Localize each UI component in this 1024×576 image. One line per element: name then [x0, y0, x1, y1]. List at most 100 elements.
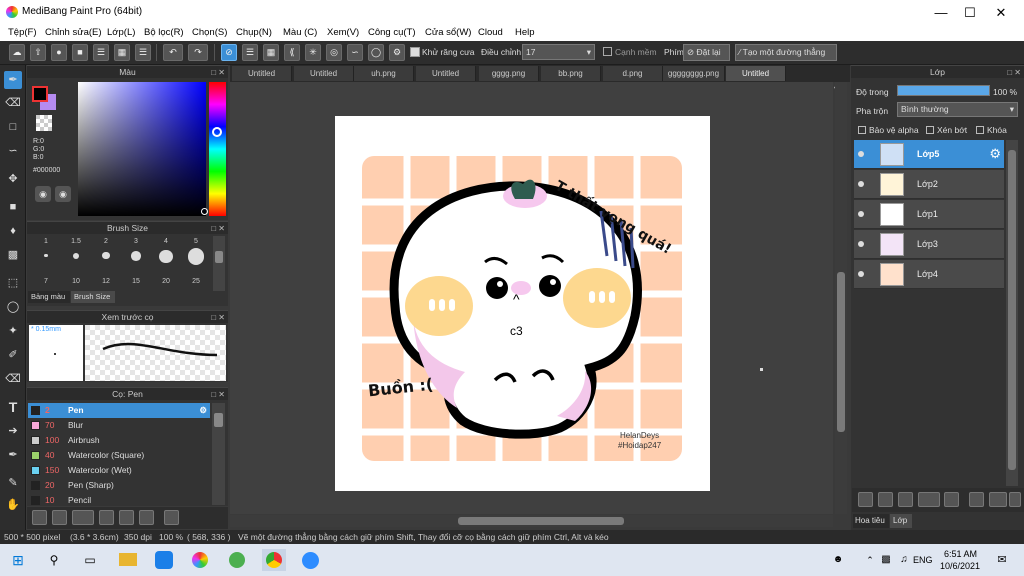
brush-list-item[interactable]: 10 Pencil	[28, 493, 210, 508]
move-tool-icon[interactable]: ✥	[4, 170, 22, 188]
menu-filter[interactable]: Bộ lọc(R)	[144, 27, 184, 38]
menu-tools[interactable]: Công cụ(T)	[368, 27, 416, 38]
document-icon[interactable]: ☰	[93, 44, 109, 61]
palette-icon[interactable]: ◉	[35, 186, 51, 202]
protect-alpha-checkbox[interactable]: Bảo vệ alpha	[858, 125, 919, 135]
bucket-tool-icon[interactable]: ♦	[4, 222, 22, 240]
layer-row[interactable]: Lớp4	[854, 260, 1004, 289]
divide-tool-icon[interactable]: ✒	[4, 446, 22, 464]
document-tab[interactable]: uh.png	[354, 66, 414, 81]
duplicate-layer-icon[interactable]	[969, 492, 984, 507]
settings-icon[interactable]: ⚙	[389, 44, 405, 61]
select-tool-icon[interactable]: ⬚	[4, 274, 22, 292]
brush-size-cell[interactable]: 10	[61, 278, 91, 285]
clip-checkbox[interactable]: Xén bớt	[926, 125, 967, 135]
paint-app-icon[interactable]	[188, 549, 212, 571]
new-layer-icon[interactable]	[858, 492, 873, 507]
select-eraser-icon[interactable]: ⌫	[4, 370, 22, 388]
zalo-icon[interactable]	[152, 549, 176, 571]
folder-icon[interactable]	[119, 510, 134, 525]
grid-ruler-icon[interactable]: ▦	[263, 44, 279, 61]
chat-icon[interactable]: ●	[51, 44, 67, 61]
hue-slider[interactable]	[209, 82, 226, 216]
merge-layer-icon[interactable]	[989, 492, 1007, 507]
concentric-icon[interactable]: ◎	[326, 44, 342, 61]
dot-tool-icon[interactable]: ∽	[4, 142, 22, 160]
add-layer-menu-icon[interactable]	[918, 492, 940, 507]
search-icon[interactable]: ⚲	[42, 549, 66, 571]
blend-select[interactable]: Bình thường ▾	[897, 102, 1018, 117]
menu-edit[interactable]: Chỉnh sửa(E)	[45, 27, 102, 38]
brush-list-item[interactable]: 40 Watercolor (Square)	[28, 448, 210, 463]
brush-size-cell[interactable]: 5	[181, 238, 211, 265]
rectangle-tool-icon[interactable]: □	[4, 118, 22, 136]
tab-palette[interactable]: Bảng màu	[28, 291, 70, 303]
tab-layer[interactable]: Lớp	[890, 514, 912, 528]
lasso-tool-icon[interactable]: ◯	[4, 298, 22, 316]
opacity-slider[interactable]	[897, 85, 990, 96]
layer-row[interactable]: Lớp1	[854, 200, 1004, 229]
saturation-value-picker[interactable]	[78, 82, 206, 216]
layer-more-icon[interactable]	[1009, 492, 1021, 507]
brush-list-item[interactable]: 20 Pen (Sharp)	[28, 478, 210, 493]
layer-row[interactable]: Lớp3	[854, 230, 1004, 259]
menu-cloud[interactable]: Cloud	[478, 27, 503, 38]
layer-folder-icon[interactable]	[944, 492, 959, 507]
share-icon[interactable]: ⇧	[30, 44, 46, 61]
eyedropper-tool-icon[interactable]: ✎	[4, 474, 22, 492]
curve-icon[interactable]: ∽	[347, 44, 363, 61]
document-tab[interactable]: Untitled	[294, 66, 354, 81]
no-ruler-icon[interactable]: ⊘	[221, 44, 237, 61]
lock-checkbox[interactable]: Khóa	[976, 125, 1007, 135]
ellipse-icon[interactable]: ◯	[368, 44, 384, 61]
brush-list-item[interactable]: 100 Airbrush	[28, 433, 210, 448]
task-view-icon[interactable]: ▭	[78, 549, 102, 571]
explorer-icon[interactable]	[116, 549, 140, 571]
new-layer-1bit-icon[interactable]	[898, 492, 913, 507]
new-brush-icon[interactable]	[52, 510, 67, 525]
brush-size-cell[interactable]: 2	[91, 238, 121, 260]
text-tool-icon[interactable]: T	[4, 398, 22, 416]
cloud-icon[interactable]: ☁	[9, 44, 25, 61]
antialias-checkbox[interactable]	[410, 47, 420, 57]
add-brush-icon[interactable]	[32, 510, 47, 525]
language-indicator[interactable]: ENG	[913, 555, 933, 565]
brush-size-cell[interactable]: 1.5	[61, 238, 91, 259]
foreground-color-swatch[interactable]	[32, 86, 48, 102]
document-tab[interactable]: d.png	[603, 66, 663, 81]
hand-tool-icon[interactable]: ✋	[4, 496, 22, 514]
document-tab[interactable]: Untitled	[416, 66, 476, 81]
brush-size-scrollbar[interactable]	[213, 236, 225, 291]
brush-list-item[interactable]: 70 Blur	[28, 418, 210, 433]
menu-color[interactable]: Màu (C)	[283, 27, 317, 38]
brush-tool-icon[interactable]: ✒	[4, 71, 22, 89]
layer-scrollbar[interactable]	[1006, 140, 1018, 486]
soft-edge-checkbox[interactable]	[603, 47, 612, 56]
brush-list-item[interactable]: 150 Watercolor (Wet)	[28, 463, 210, 478]
layer-row[interactable]: Lớp5 ⚙	[854, 140, 1004, 169]
close-button[interactable]: ✕	[978, 0, 1024, 25]
document-tab[interactable]: Untitled	[232, 66, 292, 81]
new-layer-8bit-icon[interactable]	[878, 492, 893, 507]
vertical-scrollbar[interactable]	[835, 82, 847, 514]
brush-size-cell[interactable]: 15	[121, 278, 151, 285]
magic-wand-icon[interactable]: ✦	[4, 322, 22, 340]
parallel-ruler-icon[interactable]: ☰	[242, 44, 258, 61]
grid-icon[interactable]: ▦	[114, 44, 130, 61]
notification-icon[interactable]: ✉	[990, 549, 1014, 571]
perspective-icon[interactable]: ⟪	[284, 44, 300, 61]
brush-size-cell[interactable]: 20	[151, 278, 181, 285]
menu-select[interactable]: Chọn(S)	[192, 27, 227, 38]
brush-menu-icon[interactable]	[72, 510, 94, 525]
brush-size-cell[interactable]: 12	[91, 278, 121, 285]
brush-list-scrollbar[interactable]	[212, 403, 225, 505]
document-tab[interactable]: Untitled	[726, 66, 786, 81]
brush-size-cell[interactable]: 4	[151, 238, 181, 263]
hue-cursor[interactable]	[212, 127, 222, 137]
redo-icon[interactable]: ↷	[188, 44, 208, 61]
clock-date[interactable]: 10/6/2021	[940, 561, 980, 571]
brush-size-cell[interactable]: 7	[31, 278, 61, 285]
clock-time[interactable]: 6:51 AM	[944, 549, 977, 559]
trash-icon[interactable]	[164, 510, 179, 525]
people-icon[interactable]: ☻	[826, 549, 850, 571]
